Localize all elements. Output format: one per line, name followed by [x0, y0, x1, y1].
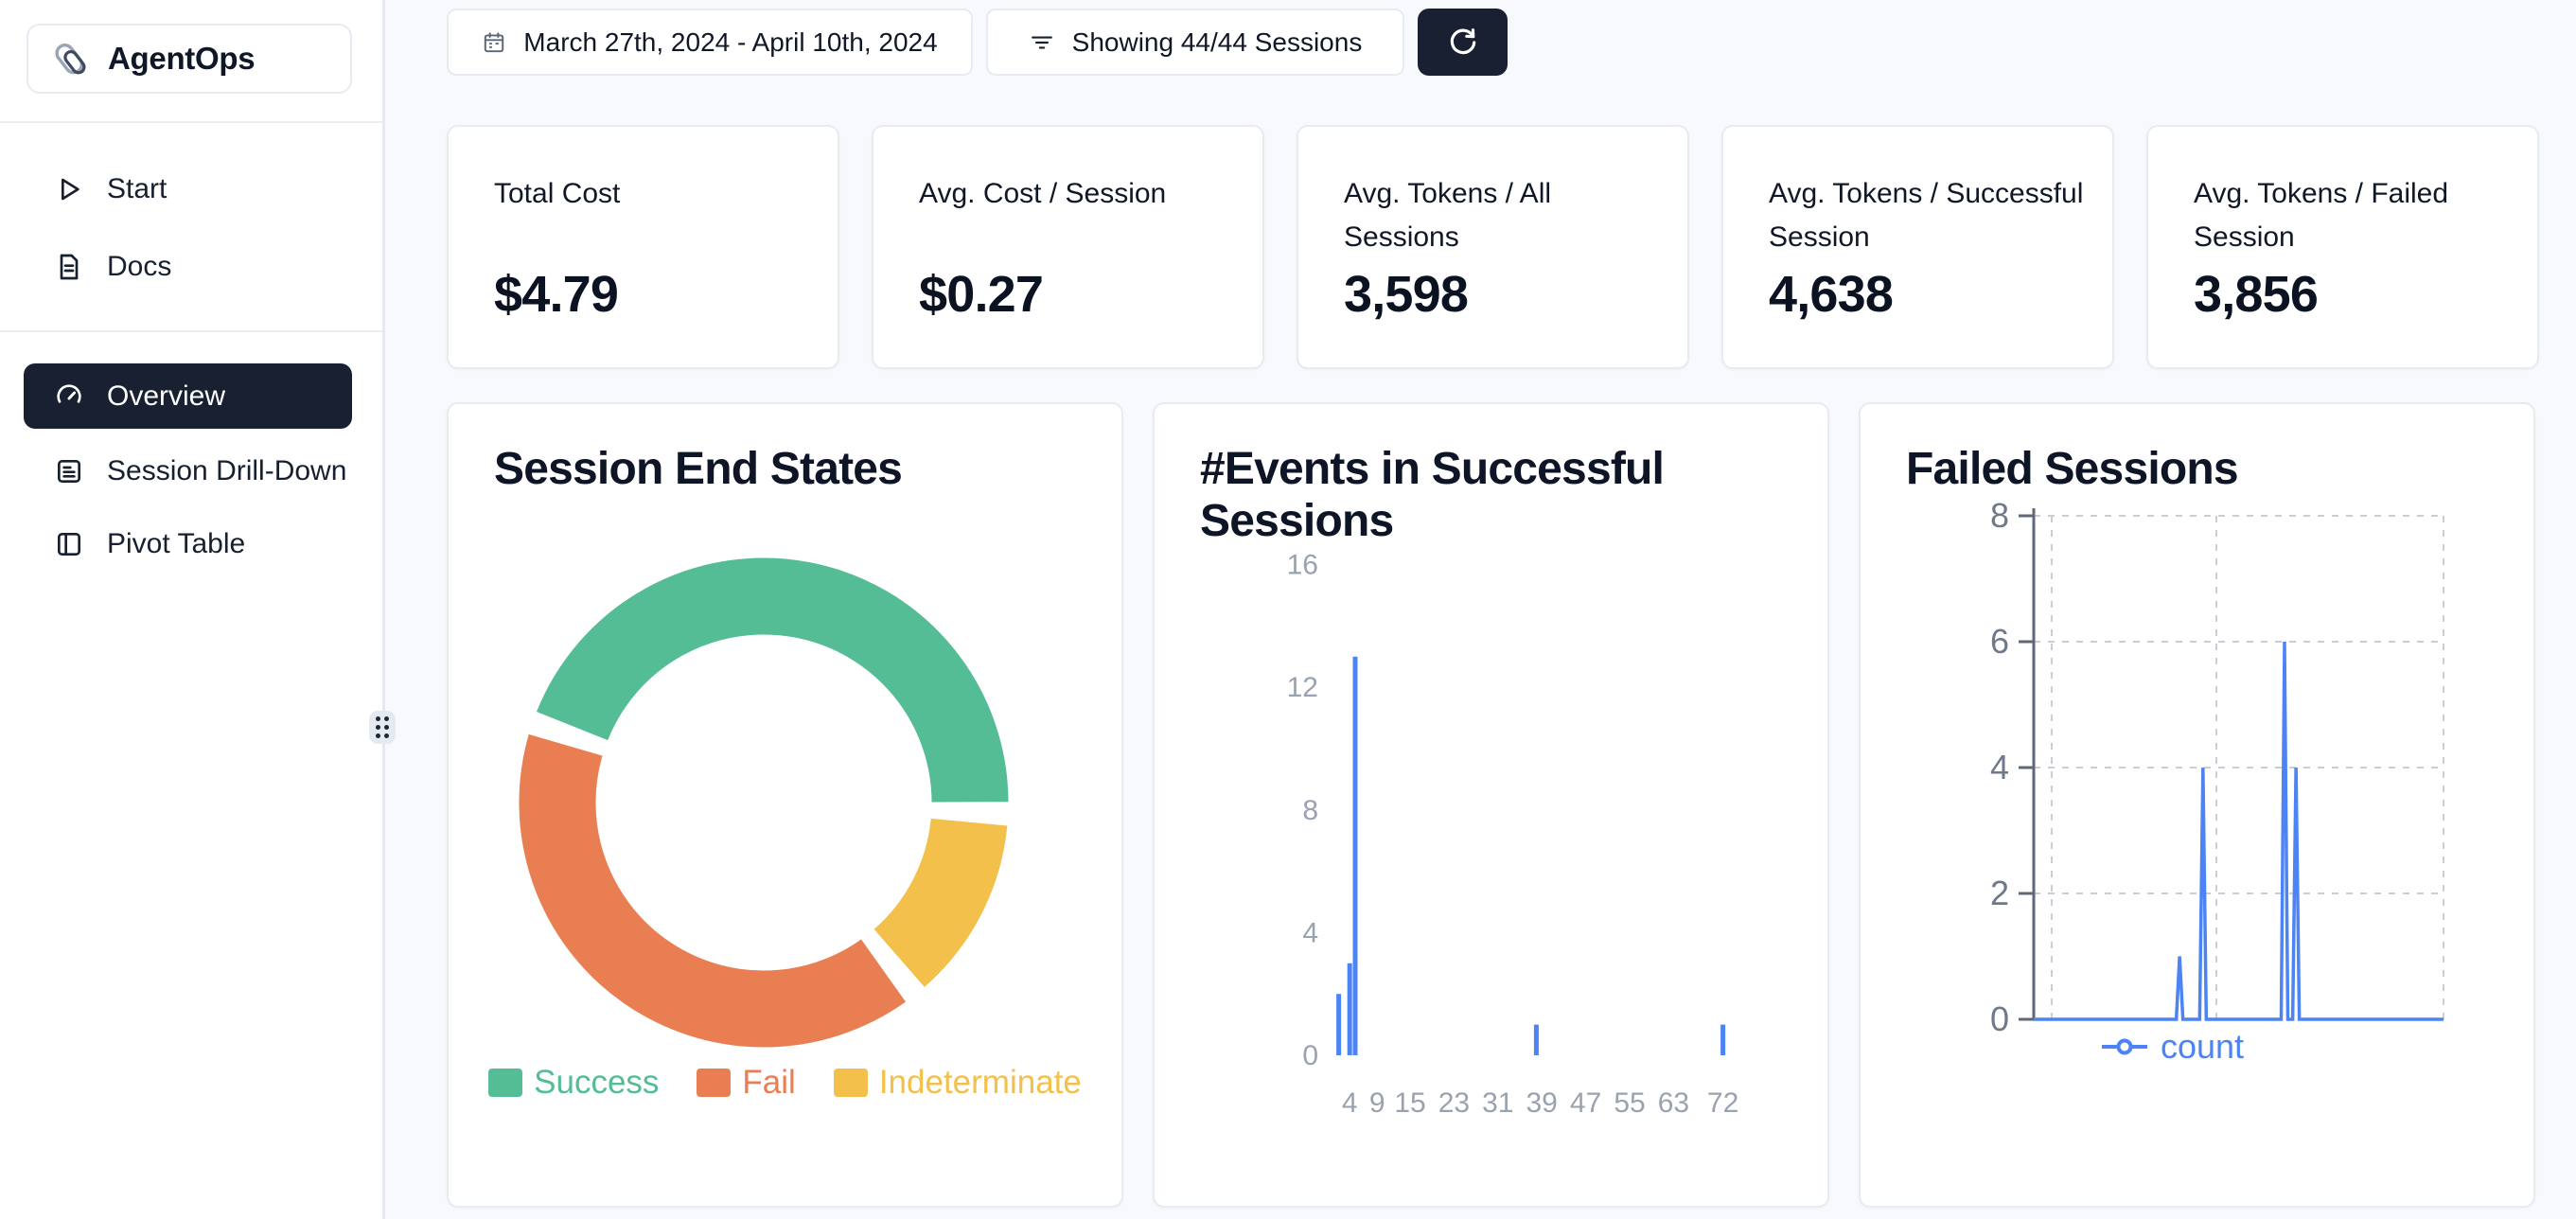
sidebar-drag-handle[interactable] [369, 711, 396, 744]
svg-text:4: 4 [1302, 917, 1318, 948]
legend-label: count [2161, 1027, 2244, 1067]
sidebar-item-label: Pivot Table [107, 528, 245, 560]
legend-item-indeterminate: Indeterminate [834, 1064, 1082, 1102]
date-range-label: March 27th, 2024 - April 10th, 2024 [523, 27, 937, 58]
charts-row: Session End States Success Fail Indeterm… [447, 402, 2535, 1208]
legend-item-success: Success [488, 1064, 659, 1102]
sidebar-divider [0, 330, 382, 332]
pivot-layout-icon [54, 529, 84, 559]
legend-swatch [834, 1069, 868, 1097]
svg-text:6: 6 [1990, 622, 2009, 661]
sessions-filter-button[interactable]: Showing 44/44 Sessions [986, 9, 1404, 76]
agentops-logo[interactable]: AgentOps [26, 24, 352, 94]
sessions-filter-label: Showing 44/44 Sessions [1072, 27, 1363, 58]
sidebar-item-label: Overview [107, 380, 225, 413]
events-bar-chart: 0481216491523313947556372 [1155, 404, 1829, 1208]
svg-text:0: 0 [1990, 999, 2009, 1038]
legend-item-fail: Fail [697, 1064, 795, 1102]
svg-text:8: 8 [1990, 496, 2009, 535]
donut-legend: Success Fail Indeterminate [449, 1064, 1121, 1102]
svg-text:12: 12 [1287, 672, 1318, 703]
stat-value: 3,598 [1344, 265, 1468, 324]
refresh-button[interactable] [1418, 9, 1508, 76]
sidebar-item-label: Session Drill-Down [107, 455, 346, 487]
svg-text:31: 31 [1482, 1087, 1513, 1119]
stat-card-total-cost: Total Cost $4.79 [447, 125, 839, 369]
stats-row: Total Cost $4.79 Avg. Cost / Session $0.… [447, 125, 2539, 369]
svg-text:2: 2 [1990, 874, 2009, 912]
stat-card-avg-tokens-failed: Avg. Tokens / Failed Session 3,856 [2146, 125, 2539, 369]
refresh-icon [1445, 25, 1481, 61]
events-in-successful-sessions-card: #Events in Successful Sessions 048121649… [1153, 402, 1829, 1208]
legend-label: Fail [742, 1064, 795, 1102]
legend-label: Success [534, 1064, 659, 1102]
svg-text:72: 72 [1707, 1087, 1738, 1119]
stat-card-avg-cost-session: Avg. Cost / Session $0.27 [872, 125, 1264, 369]
stat-value: 4,638 [1769, 265, 1893, 324]
svg-text:63: 63 [1658, 1087, 1689, 1119]
legend-swatch [488, 1069, 522, 1097]
stat-card-avg-tokens-successful: Avg. Tokens / Successful Session 4,638 [1721, 125, 2114, 369]
document-icon [54, 252, 84, 282]
svg-text:4: 4 [1990, 748, 2009, 786]
svg-text:23: 23 [1438, 1087, 1470, 1119]
stat-label: Avg. Cost / Session [919, 172, 1243, 216]
sidebar-item-label: Start [107, 173, 167, 205]
sidebar-resize-divider [382, 0, 385, 1219]
svg-text:16: 16 [1287, 550, 1318, 581]
sidebar: AgentOps Start Docs Overview [0, 0, 382, 1219]
sidebar-item-overview[interactable]: Overview [24, 363, 352, 429]
stat-label: Avg. Tokens / Failed Session [2194, 172, 2517, 259]
date-range-button[interactable]: March 27th, 2024 - April 10th, 2024 [447, 9, 973, 76]
svg-text:47: 47 [1570, 1087, 1601, 1119]
stat-label: Total Cost [494, 172, 818, 216]
svg-text:8: 8 [1302, 795, 1318, 826]
sidebar-item-docs[interactable]: Docs [24, 238, 352, 295]
svg-text:9: 9 [1369, 1087, 1385, 1119]
legend-label: Indeterminate [879, 1064, 1082, 1102]
stat-label: Avg. Tokens / Successful Session [1769, 172, 2092, 259]
line-chart-legend: count [2012, 1027, 2334, 1067]
stat-card-avg-tokens-all: Avg. Tokens / All Sessions 3,598 [1297, 125, 1689, 369]
sidebar-item-session-drill-down[interactable]: Session Drill-Down [24, 443, 352, 500]
sidebar-item-pivot-table[interactable]: Pivot Table [24, 516, 352, 573]
failed-sessions-card: Failed Sessions 02468 count [1859, 402, 2535, 1208]
filter-icon [1029, 30, 1055, 55]
svg-text:55: 55 [1614, 1087, 1645, 1119]
session-end-states-card: Session End States Success Fail Indeterm… [447, 402, 1123, 1208]
stat-value: $0.27 [919, 265, 1043, 324]
app-title: AgentOps [108, 41, 255, 77]
svg-text:15: 15 [1394, 1087, 1425, 1119]
sidebar-divider [0, 121, 382, 123]
paperclip-logo-icon [49, 37, 93, 80]
sidebar-item-start[interactable]: Start [24, 161, 352, 218]
line-series-icon [2102, 1037, 2147, 1056]
gauge-icon [54, 381, 84, 412]
legend-swatch [697, 1069, 731, 1097]
failed-sessions-line-chart: 0 2 4 6 8 [1861, 404, 2535, 1208]
stat-value: 3,856 [2194, 265, 2318, 324]
agentops-dashboard: AgentOps Start Docs Overview [0, 0, 2576, 1219]
play-icon [54, 174, 84, 204]
list-box-icon [54, 456, 84, 486]
calendar-icon [482, 30, 506, 55]
stat-value: $4.79 [494, 265, 618, 324]
topbar: March 27th, 2024 - April 10th, 2024 Show… [447, 9, 1508, 76]
stat-label: Avg. Tokens / All Sessions [1344, 172, 1667, 259]
sidebar-item-label: Docs [107, 251, 171, 283]
svg-text:39: 39 [1526, 1087, 1558, 1119]
svg-text:4: 4 [1342, 1087, 1358, 1119]
svg-text:0: 0 [1302, 1040, 1318, 1071]
